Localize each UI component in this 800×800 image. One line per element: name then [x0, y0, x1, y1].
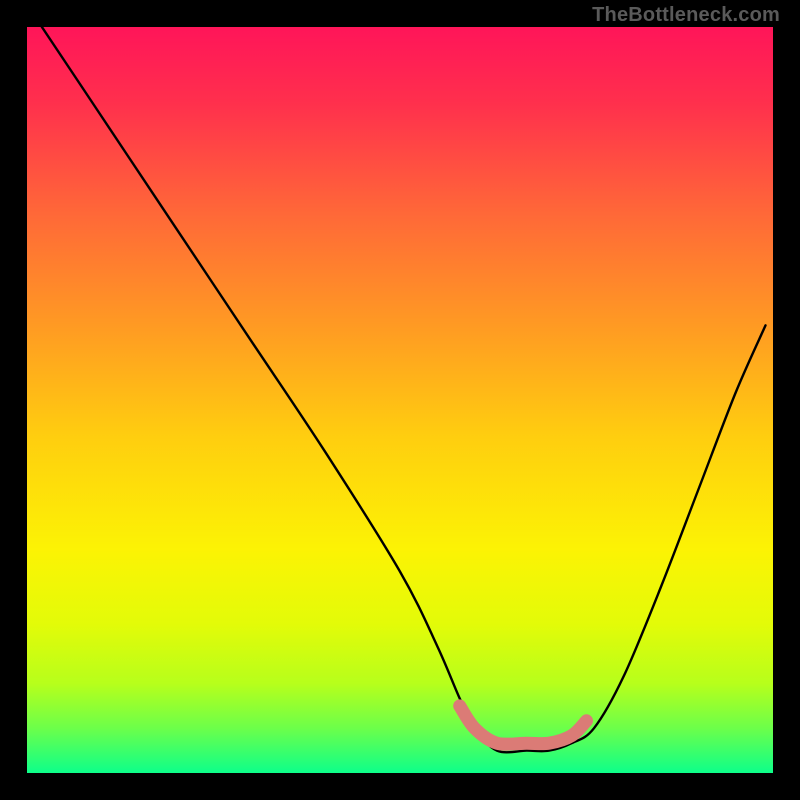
curve-layer [27, 27, 773, 773]
plot-area [27, 27, 773, 773]
bottleneck-curve [42, 27, 766, 752]
optimal-range-highlight [460, 706, 587, 744]
watermark-label: TheBottleneck.com [592, 4, 780, 27]
chart-frame: TheBottleneck.com [0, 0, 800, 800]
